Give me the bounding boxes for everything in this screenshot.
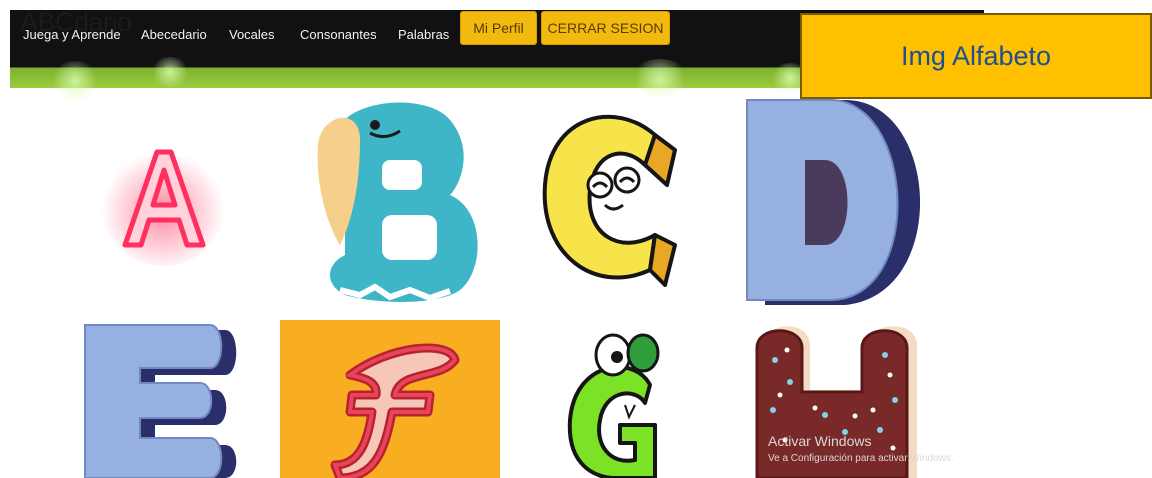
letter-b-image [300,95,485,307]
letter-e-image [75,320,245,478]
watermark-subtitle: Ve a Configuración para activar Windows. [768,453,954,464]
img-alfabeto-callout: Img Alfabeto [800,13,1152,99]
letter-g-image [555,325,680,478]
windows-activation-watermark: Activar Windows Ve a Configuración para … [768,432,954,468]
cerrar-sesion-button[interactable]: CERRAR SESION [541,11,670,45]
mi-perfil-button[interactable]: Mi Perfil [460,11,537,45]
letter-c-image [505,95,727,310]
letter-d-image [735,95,945,310]
nav-link-abecedario[interactable]: Abecedario [141,27,207,42]
nav-link-palabras[interactable]: Palabras [398,27,449,42]
nav-link-juega-y-aprende[interactable]: Juega y Aprende [23,27,121,42]
nav-link-consonantes[interactable]: Consonantes [300,27,377,42]
letter-a-image [95,130,235,270]
letter-f-image [280,320,500,478]
nav-link-vocales[interactable]: Vocales [229,27,275,42]
watermark-title: Activar Windows [768,433,872,449]
